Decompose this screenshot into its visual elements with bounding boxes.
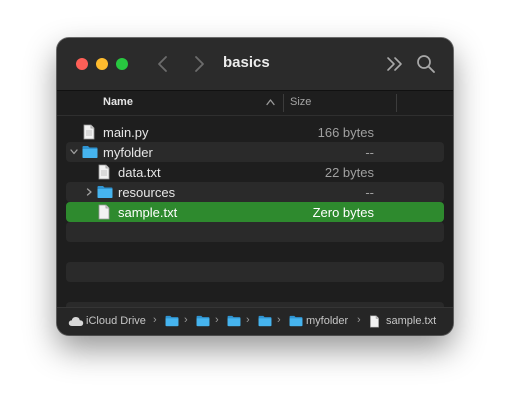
- folder-icon: [82, 146, 98, 158]
- path-bar: iCloud Drive › › › › › myfolder › sample…: [57, 307, 453, 335]
- close-button[interactable]: [76, 58, 88, 70]
- title-bar: basics: [57, 38, 453, 91]
- folder-row[interactable]: resources --: [66, 182, 444, 202]
- forward-button[interactable]: [188, 52, 210, 76]
- column-header-name[interactable]: Name: [103, 96, 133, 108]
- folder-icon: [165, 315, 179, 327]
- folder-name: myfolder: [103, 145, 153, 160]
- path-item-folder[interactable]: [227, 314, 241, 329]
- folder-icon: [258, 315, 272, 327]
- folder-name: resources: [118, 185, 176, 200]
- file-name: main.py: [103, 125, 149, 140]
- path-separator: ›: [246, 314, 250, 326]
- path-item-folder[interactable]: [258, 314, 272, 329]
- path-separator: ›: [184, 314, 188, 326]
- column-divider[interactable]: [283, 94, 284, 112]
- finder-window: basics Name Size main.py 166 bytes myfol…: [57, 38, 453, 335]
- path-item-folder[interactable]: [165, 314, 179, 329]
- file-row[interactable]: main.py 166 bytes: [66, 122, 444, 142]
- document-icon: [370, 315, 379, 328]
- document-icon: [98, 204, 110, 220]
- path-separator: ›: [277, 314, 281, 326]
- double-chevron-right-icon[interactable]: [385, 56, 405, 72]
- disclosure-collapsed-icon[interactable]: [84, 187, 94, 197]
- folder-icon: [196, 315, 210, 327]
- folder-icon: [289, 315, 303, 327]
- file-size: Zero bytes: [312, 205, 374, 220]
- path-separator: ›: [153, 314, 157, 326]
- maximize-button[interactable]: [116, 58, 128, 70]
- empty-row: [66, 262, 444, 282]
- path-separator: ›: [215, 314, 219, 326]
- path-separator: ›: [357, 314, 361, 326]
- file-size: 166 bytes: [317, 125, 374, 140]
- document-icon: [83, 124, 95, 140]
- magnifying-glass-icon[interactable]: [416, 54, 436, 74]
- folder-icon: [97, 186, 113, 198]
- folder-row[interactable]: myfolder --: [66, 142, 444, 162]
- window-title: basics: [223, 54, 270, 71]
- folder-size: --: [365, 145, 374, 160]
- file-row-selected[interactable]: sample.txt Zero bytes: [66, 202, 444, 222]
- folder-size: --: [365, 185, 374, 200]
- file-name: data.txt: [118, 165, 161, 180]
- disclosure-expanded-icon[interactable]: [69, 147, 79, 157]
- column-header-size[interactable]: Size: [290, 96, 311, 108]
- document-icon: [98, 164, 110, 180]
- file-row[interactable]: data.txt 22 bytes: [66, 162, 444, 182]
- column-divider[interactable]: [396, 94, 397, 112]
- sort-ascending-icon[interactable]: [266, 98, 275, 106]
- file-name: sample.txt: [118, 205, 178, 220]
- cloud-icon: [68, 317, 84, 326]
- back-button[interactable]: [152, 52, 174, 76]
- path-item-folder[interactable]: [196, 314, 210, 329]
- column-header: Name Size: [57, 91, 453, 116]
- empty-row: [66, 222, 444, 242]
- minimize-button[interactable]: [96, 58, 108, 70]
- folder-icon: [227, 315, 241, 327]
- file-size: 22 bytes: [324, 165, 374, 180]
